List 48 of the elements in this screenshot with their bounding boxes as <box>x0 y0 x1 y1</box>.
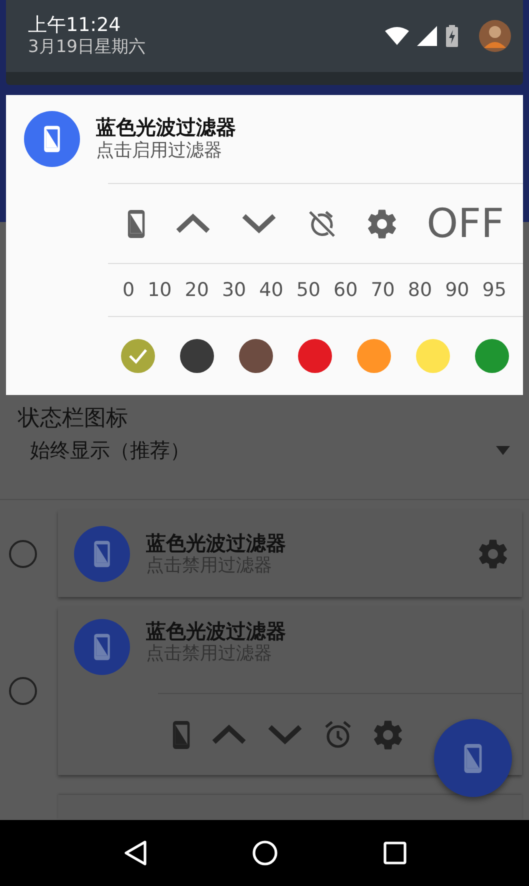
chevron-up-icon[interactable] <box>210 724 247 745</box>
chevron-up-icon[interactable] <box>175 213 212 234</box>
radio-button[interactable] <box>9 540 37 568</box>
settings-icon[interactable] <box>372 720 403 750</box>
alarm-off-icon[interactable] <box>306 208 337 238</box>
color-swatch[interactable] <box>474 339 508 373</box>
back-icon[interactable] <box>122 840 146 866</box>
color-swatch[interactable] <box>180 339 214 373</box>
level-option[interactable]: 10 <box>148 276 172 304</box>
level-option[interactable]: 80 <box>408 276 432 304</box>
signal-icon <box>417 26 437 46</box>
level-option[interactable]: 40 <box>259 276 284 304</box>
alarm-clock-icon[interactable] <box>322 720 353 750</box>
color-swatch[interactable] <box>416 339 450 373</box>
notification-subtitle: 点击启用过滤器 <box>96 140 223 163</box>
recents-icon[interactable] <box>382 841 406 865</box>
chevron-down-icon[interactable] <box>241 213 278 234</box>
notification-title: 蓝色光波过滤器 <box>96 115 236 140</box>
battery-charging-icon <box>445 25 459 47</box>
date-label: 3月19日星期六 <box>28 36 146 58</box>
dropdown-caret-icon[interactable] <box>495 446 511 454</box>
avatar-icon[interactable] <box>479 20 511 52</box>
phone-icon[interactable] <box>172 720 191 750</box>
off-toggle[interactable]: OFF <box>426 204 504 244</box>
level-option[interactable]: 0 <box>122 276 135 304</box>
settings-icon[interactable] <box>366 208 397 238</box>
profile-title: 蓝色光波过滤器 <box>146 619 287 643</box>
level-option[interactable]: 70 <box>370 276 395 304</box>
settings-icon[interactable] <box>478 538 508 568</box>
color-swatch[interactable] <box>298 339 332 373</box>
chevron-down-icon[interactable] <box>266 724 303 745</box>
level-option[interactable]: 50 <box>296 276 321 304</box>
color-swatch[interactable] <box>120 339 154 373</box>
color-swatch[interactable] <box>238 339 272 373</box>
profile-title: 蓝色光波过滤器 <box>146 530 287 555</box>
level-option[interactable]: 90 <box>445 276 470 304</box>
level-option[interactable]: 20 <box>184 276 209 304</box>
level-option[interactable]: 30 <box>222 276 246 304</box>
level-option[interactable]: 95 <box>482 276 506 304</box>
phone-icon[interactable] <box>126 208 146 238</box>
clock-time: 上午11:24 <box>28 14 122 36</box>
radio-button[interactable] <box>9 677 37 705</box>
color-swatch[interactable] <box>356 339 390 373</box>
home-icon[interactable] <box>252 840 278 866</box>
level-option[interactable]: 60 <box>334 276 358 304</box>
wifi-icon <box>385 27 409 45</box>
phone-icon <box>463 742 483 774</box>
setting-label: 状态栏图标 <box>18 405 129 433</box>
